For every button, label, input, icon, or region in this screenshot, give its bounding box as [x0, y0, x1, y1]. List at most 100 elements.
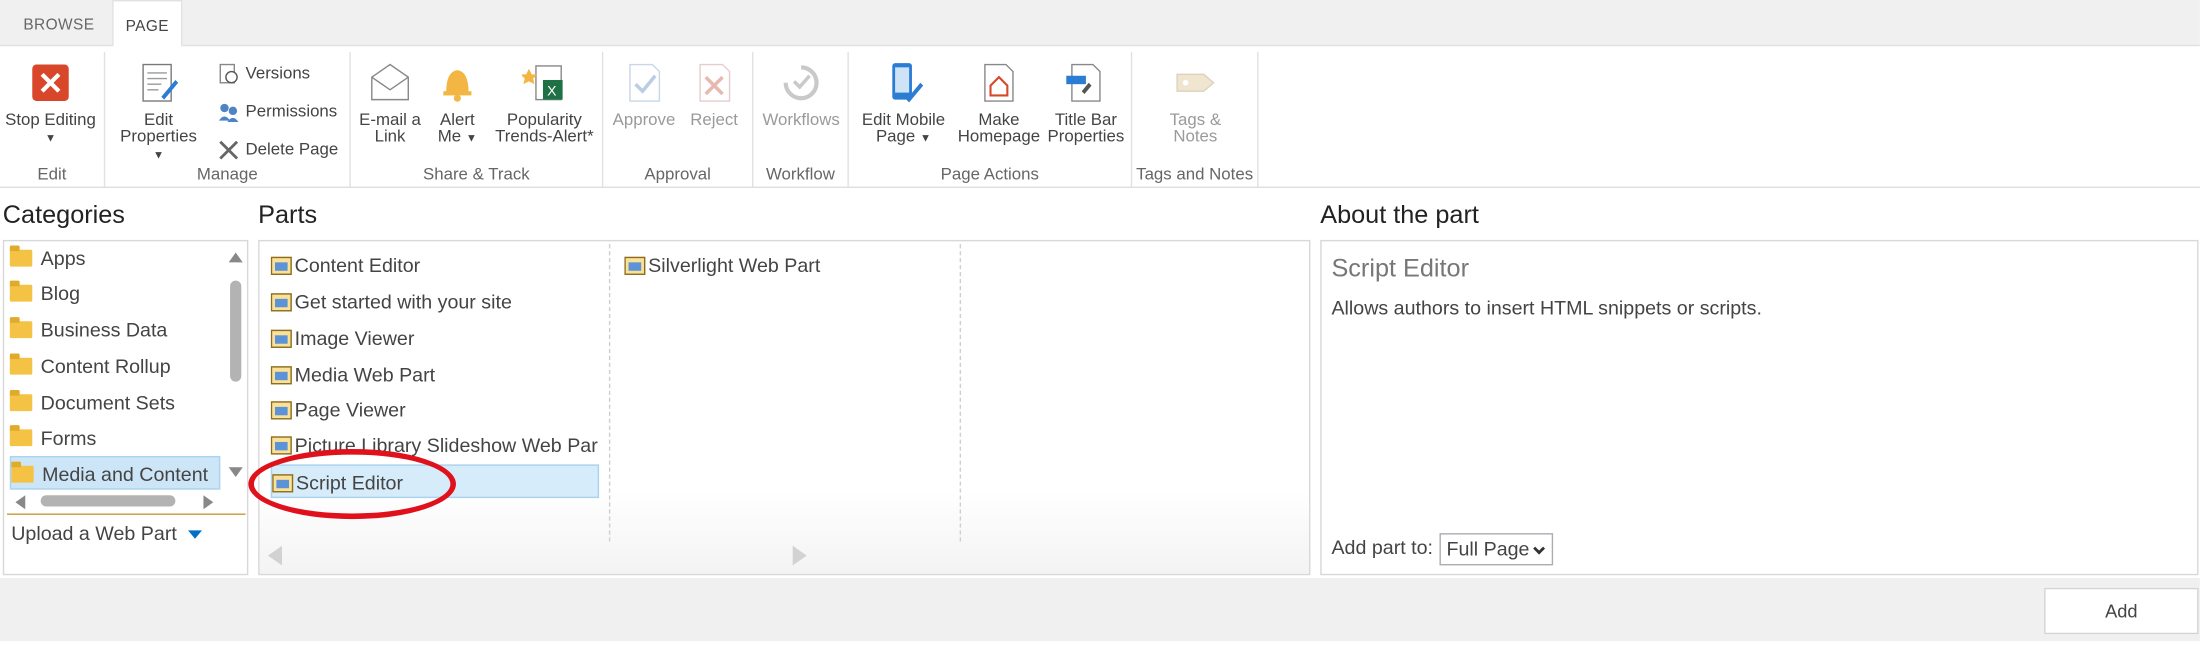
categories-vertical-scrollbar[interactable] [226, 247, 246, 486]
group-label-share-track: Share & Track [422, 164, 530, 184]
group-label-manage: Manage [196, 164, 258, 184]
part-item[interactable]: Get started with your site [270, 285, 608, 319]
group-page-actions: Edit Mobile Page ▼ Make Homepage Title B… [849, 51, 1133, 187]
tags-notes-label-2: Notes [1173, 126, 1218, 146]
scroll-up-arrow-icon[interactable] [228, 252, 243, 263]
envelope-icon [368, 60, 413, 105]
web-part-icon [270, 436, 292, 455]
folder-icon [9, 245, 33, 267]
part-item[interactable]: Content Editor [270, 248, 608, 282]
permissions-label: Permissions [245, 101, 338, 121]
group-workflow: Workflows Workflow [753, 51, 849, 187]
part-item[interactable]: Media Web Part [270, 358, 608, 392]
tab-browse[interactable]: BROWSE [8, 0, 109, 48]
scroll-right-arrow-icon[interactable] [203, 495, 214, 510]
bell-icon [435, 60, 480, 105]
svg-text:X: X [547, 82, 557, 98]
add-button[interactable]: Add [2044, 587, 2199, 635]
edit-mobile-page-button[interactable]: Edit Mobile Page ▼ [854, 60, 952, 147]
group-label-approval: Approval [644, 164, 711, 184]
chevron-down-icon: ▼ [44, 131, 57, 145]
part-name: Script Editor [1331, 253, 1470, 283]
part-item[interactable]: Page Viewer [270, 393, 608, 427]
versions-button[interactable]: Versions [217, 59, 310, 87]
edit-properties-label-2: Properties [120, 126, 197, 146]
category-item[interactable]: Forms [9, 421, 97, 455]
email-link-button[interactable]: E-mail a Link [356, 60, 423, 145]
add-part-to-label: Add part to: [1331, 535, 1434, 559]
group-edit: Stop Editing ▼ Edit [0, 51, 106, 187]
category-item[interactable]: Business Data [9, 313, 167, 347]
scroll-left-arrow-icon[interactable] [15, 495, 26, 510]
add-part-to-select[interactable]: Full Page [1439, 533, 1554, 566]
reject-button[interactable]: Reject [682, 60, 747, 130]
delete-icon [217, 139, 239, 161]
category-item[interactable]: Content Rollup [9, 349, 171, 383]
reject-icon [692, 60, 737, 105]
part-item[interactable]: Silverlight Web Part [624, 248, 955, 282]
title-bar-label-2: Properties [1047, 126, 1125, 146]
scroll-down-arrow-icon[interactable] [228, 467, 243, 478]
parts-title: Parts [258, 200, 318, 229]
approve-label: Approve [612, 109, 676, 130]
part-description: Allows authors to insert HTML snippets o… [1331, 296, 1762, 319]
scroll-thumb[interactable] [40, 495, 176, 507]
scroll-thumb[interactable] [230, 280, 242, 382]
edit-properties-button[interactable]: Edit Properties ▼ [114, 60, 204, 164]
group-manage: Edit Properties ▼ Versions Permissions D… [105, 51, 351, 187]
categories-divider [7, 513, 246, 515]
previous-page-arrow-icon[interactable] [267, 545, 283, 566]
group-label-tags-notes: Tags and Notes [1136, 164, 1254, 184]
categories-horizontal-scrollbar[interactable] [10, 491, 220, 511]
alert-me-label-2: Me [437, 126, 462, 146]
make-homepage-button[interactable]: Make Homepage [955, 60, 1042, 146]
next-page-arrow-icon[interactable] [792, 545, 807, 566]
upload-web-part-link[interactable]: Upload a Web Part [11, 522, 202, 544]
tags-notes-button[interactable]: Tags & Notes [1152, 60, 1239, 146]
column-divider [959, 244, 962, 542]
alert-me-button[interactable]: Alert Me ▼ [429, 60, 485, 147]
popularity-trends-button[interactable]: X Popularity Trends-Alert* [491, 60, 598, 146]
category-item-selected[interactable]: Media and Content [9, 455, 221, 490]
folder-icon [9, 317, 33, 339]
highlight-ellipse [248, 448, 456, 520]
tab-page[interactable]: PAGE [112, 0, 183, 48]
about-part-title: About the part [1320, 200, 1479, 229]
versions-label: Versions [245, 63, 311, 83]
tag-icon [1173, 60, 1218, 105]
category-item[interactable]: Apps [9, 241, 86, 275]
delete-page-button[interactable]: Delete Page [217, 135, 338, 163]
approve-button[interactable]: Approve [609, 60, 679, 130]
folder-icon [9, 281, 33, 303]
web-part-icon [270, 292, 292, 312]
workflows-button[interactable]: Workflows [756, 60, 846, 128]
category-item[interactable]: Document Sets [9, 386, 175, 420]
about-part-panel: Script Editor Allows authors to insert H… [1320, 239, 2199, 576]
stop-editing-icon [28, 60, 73, 105]
web-part-icon [270, 365, 292, 385]
web-part-icon [270, 329, 292, 348]
versions-icon [217, 63, 239, 85]
chevron-down-icon [1533, 542, 1546, 555]
web-part-icon [624, 256, 646, 275]
permissions-button[interactable]: Permissions [217, 97, 337, 125]
ribbon: Stop Editing ▼ Edit Edit Properties ▼ Ve… [0, 46, 2200, 189]
web-part-icon [270, 400, 292, 420]
group-label-edit: Edit [37, 164, 67, 184]
popularity-label-2: Trends-Alert* [495, 126, 594, 146]
category-item[interactable]: Blog [9, 276, 80, 310]
part-item[interactable]: Image Viewer [270, 321, 608, 355]
group-approval: Approve Reject Approval [603, 51, 754, 187]
reject-label: Reject [690, 109, 738, 130]
categories-title: Categories [2, 200, 125, 229]
excel-trends-icon: X [520, 60, 567, 105]
make-homepage-label-2: Homepage [957, 126, 1041, 146]
mobile-edit-icon [881, 60, 926, 105]
title-bar-properties-button[interactable]: Title Bar Properties [1045, 60, 1126, 146]
group-label-workflow: Workflow [765, 164, 835, 184]
title-bar-icon [1063, 60, 1108, 105]
ribbon-tab-bar: BROWSE PAGE [0, 0, 2200, 48]
delete-page-label: Delete Page [245, 138, 339, 159]
stop-editing-button[interactable]: Stop Editing ▼ [3, 60, 98, 147]
group-label-page-actions: Page Actions [940, 164, 1039, 184]
